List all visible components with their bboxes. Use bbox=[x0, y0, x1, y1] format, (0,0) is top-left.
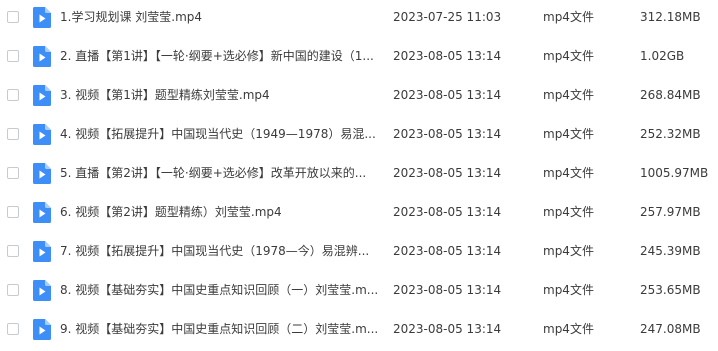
file-name[interactable]: 2. 直播【第1讲】【一轮·纲要+选必修】新中国的建设（1... bbox=[60, 49, 380, 64]
file-row[interactable]: 9. 视频【基础夯实】中国史重点知识回顾（二）刘莹莹.m... 2023-08-… bbox=[0, 312, 718, 351]
file-date: 2023-08-05 13:14 bbox=[393, 283, 502, 297]
file-size: 257.97MB bbox=[640, 205, 701, 219]
file-name[interactable]: 5. 直播【第2讲】【一轮·纲要+选必修】改革开放以来的... bbox=[60, 166, 380, 181]
row-checkbox[interactable] bbox=[7, 89, 19, 101]
row-checkbox[interactable] bbox=[7, 167, 19, 179]
file-name[interactable]: 7. 视频【拓展提升】中国现当代史（1978—今）易混辨... bbox=[60, 244, 380, 259]
file-row[interactable]: 2. 直播【第1讲】【一轮·纲要+选必修】新中国的建设（1... 2023-08… bbox=[0, 39, 718, 78]
file-name[interactable]: 9. 视频【基础夯实】中国史重点知识回顾（二）刘莹莹.m... bbox=[60, 322, 380, 337]
file-date: 2023-07-25 11:03 bbox=[393, 10, 502, 24]
video-file-icon bbox=[33, 241, 51, 262]
file-list: 1.学习规划课 刘莹莹.mp4 2023-07-25 11:03 mp4文件 3… bbox=[0, 0, 718, 350]
row-checkbox[interactable] bbox=[7, 323, 19, 335]
file-size: 253.65MB bbox=[640, 283, 701, 297]
video-file-icon bbox=[33, 163, 51, 184]
file-date: 2023-08-05 13:14 bbox=[393, 205, 502, 219]
file-name[interactable]: 6. 视频【第2讲】题型精练）刘莹莹.mp4 bbox=[60, 205, 380, 220]
file-name[interactable]: 3. 视频【第1讲】题型精练刘莹莹.mp4 bbox=[60, 88, 380, 103]
row-checkbox[interactable] bbox=[7, 245, 19, 257]
video-file-icon bbox=[33, 124, 51, 145]
file-type: mp4文件 bbox=[543, 205, 594, 219]
file-name[interactable]: 8. 视频【基础夯实】中国史重点知识回顾（一）刘莹莹.m... bbox=[60, 283, 380, 298]
video-file-icon bbox=[33, 280, 51, 301]
video-file-icon bbox=[33, 7, 51, 28]
file-type: mp4文件 bbox=[543, 10, 594, 24]
file-type: mp4文件 bbox=[543, 283, 594, 297]
file-row[interactable]: 5. 直播【第2讲】【一轮·纲要+选必修】改革开放以来的... 2023-08-… bbox=[0, 156, 718, 195]
file-row[interactable]: 4. 视频【拓展提升】中国现当代史（1949—1978）易混... 2023-0… bbox=[0, 117, 718, 156]
file-size: 268.84MB bbox=[640, 88, 701, 102]
file-date: 2023-08-05 13:14 bbox=[393, 127, 502, 141]
file-row[interactable]: 6. 视频【第2讲】题型精练）刘莹莹.mp4 2023-08-05 13:14 … bbox=[0, 195, 718, 234]
file-row[interactable]: 8. 视频【基础夯实】中国史重点知识回顾（一）刘莹莹.m... 2023-08-… bbox=[0, 273, 718, 312]
video-file-icon bbox=[33, 85, 51, 106]
file-date: 2023-08-05 13:14 bbox=[393, 322, 502, 336]
file-type: mp4文件 bbox=[543, 244, 594, 258]
file-name[interactable]: 4. 视频【拓展提升】中国现当代史（1949—1978）易混... bbox=[60, 127, 380, 142]
row-checkbox[interactable] bbox=[7, 128, 19, 140]
video-file-icon bbox=[33, 46, 51, 67]
file-name[interactable]: 1.学习规划课 刘莹莹.mp4 bbox=[60, 10, 380, 25]
file-type: mp4文件 bbox=[543, 49, 594, 63]
file-size: 1005.97MB bbox=[640, 166, 709, 180]
file-row[interactable]: 3. 视频【第1讲】题型精练刘莹莹.mp4 2023-08-05 13:14 m… bbox=[0, 78, 718, 117]
file-type: mp4文件 bbox=[543, 322, 594, 336]
video-file-icon bbox=[33, 202, 51, 223]
file-size: 1.02GB bbox=[640, 49, 685, 63]
file-date: 2023-08-05 13:14 bbox=[393, 244, 502, 258]
file-size: 245.39MB bbox=[640, 244, 701, 258]
file-size: 247.08MB bbox=[640, 322, 701, 336]
row-checkbox[interactable] bbox=[7, 206, 19, 218]
video-file-icon bbox=[33, 319, 51, 340]
file-type: mp4文件 bbox=[543, 127, 594, 141]
file-row[interactable]: 7. 视频【拓展提升】中国现当代史（1978—今）易混辨... 2023-08-… bbox=[0, 234, 718, 273]
file-size: 252.32MB bbox=[640, 127, 701, 141]
file-type: mp4文件 bbox=[543, 166, 594, 180]
file-row[interactable]: 1.学习规划课 刘莹莹.mp4 2023-07-25 11:03 mp4文件 3… bbox=[0, 0, 718, 39]
file-date: 2023-08-05 13:14 bbox=[393, 88, 502, 102]
row-checkbox[interactable] bbox=[7, 50, 19, 62]
file-date: 2023-08-05 13:14 bbox=[393, 49, 502, 63]
row-checkbox[interactable] bbox=[7, 11, 19, 23]
row-checkbox[interactable] bbox=[7, 284, 19, 296]
file-type: mp4文件 bbox=[543, 88, 594, 102]
file-size: 312.18MB bbox=[640, 10, 701, 24]
file-date: 2023-08-05 13:14 bbox=[393, 166, 502, 180]
